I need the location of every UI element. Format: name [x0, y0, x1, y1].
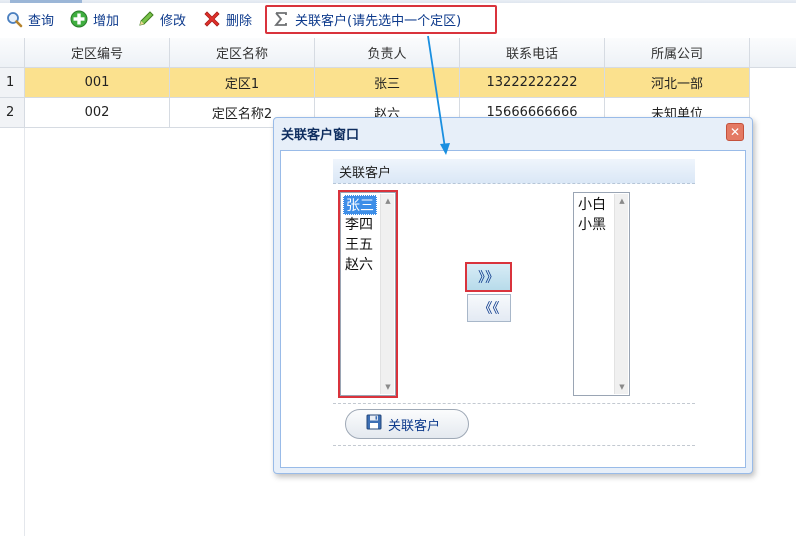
annotation-arrow [427, 35, 450, 155]
